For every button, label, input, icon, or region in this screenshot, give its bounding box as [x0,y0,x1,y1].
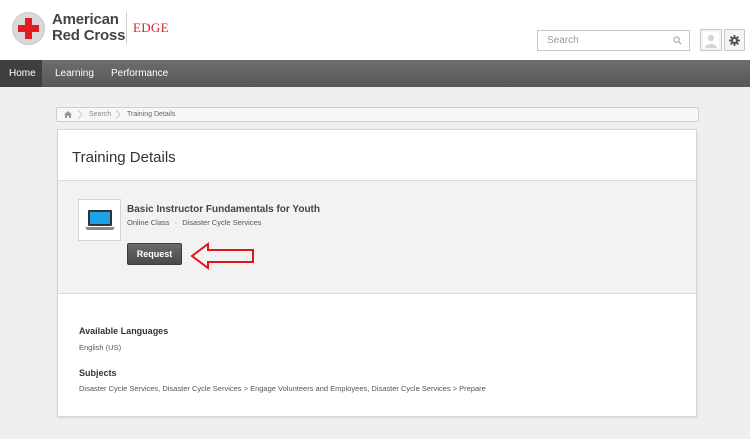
course-title[interactable]: Basic Instructor Fundamentals for Youth [127,204,320,215]
course-meta: Online Class · Disaster Cycle Services [127,218,261,227]
breadcrumb-search[interactable]: Search [89,111,111,119]
breadcrumb-current: Training Details [127,111,176,118]
app-header: American Red Cross EDGE [0,0,750,60]
user-icon [703,32,719,48]
languages-value: English (US) [79,343,122,352]
search-icon[interactable] [673,36,682,45]
nav-item-performance[interactable]: Performance [102,60,177,87]
training-details-card: Training Details Basic Instructor Fundam… [57,129,697,417]
nav-item-learning[interactable]: Learning [46,60,103,87]
meta-separator: · [174,218,178,227]
red-cross-logo-icon[interactable] [12,12,45,45]
brand-wordmark[interactable]: American Red Cross [52,12,125,44]
logo-divider [126,12,127,44]
edge-label: EDGE [133,20,169,35]
request-button[interactable]: Request [127,243,182,265]
course-provider: Disaster Cycle Services [182,218,262,227]
breadcrumb: Search Training Details [56,107,699,122]
subjects-heading: Subjects [79,368,117,378]
laptop-icon [85,210,115,230]
page-title: Training Details [72,149,176,166]
brand-line-1: American [52,11,119,28]
nav-item-home[interactable]: Home [0,60,42,87]
user-menu-button[interactable] [700,29,722,51]
training-summary: Basic Instructor Fundamentals for Youth … [58,180,696,294]
course-thumbnail [78,199,121,241]
course-type: Online Class [127,218,170,227]
brand-line-2: Red Cross [52,27,126,44]
gear-icon [729,35,740,46]
global-search [537,30,690,51]
home-icon[interactable] [64,111,72,118]
left-arrow-annotation-icon [190,242,254,270]
cross-horizontal [18,25,39,32]
breadcrumb-separator-icon [77,110,83,119]
search-input[interactable] [538,31,666,50]
main-nav: Home Learning Performance [0,60,750,87]
subjects-value: Disaster Cycle Services, Disaster Cycle … [79,384,486,393]
settings-button[interactable] [724,29,745,51]
breadcrumb-separator-icon [115,110,121,119]
languages-heading: Available Languages [79,326,169,336]
